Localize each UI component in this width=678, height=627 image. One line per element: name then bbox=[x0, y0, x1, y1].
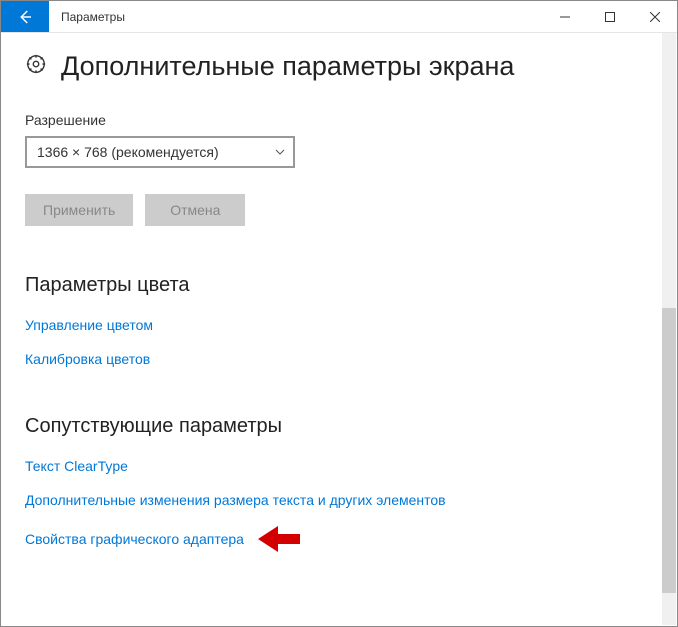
minimize-button[interactable] bbox=[542, 1, 587, 32]
apply-button[interactable]: Применить bbox=[25, 194, 133, 226]
resolution-dropdown[interactable]: 1366 × 768 (рекомендуется) bbox=[25, 136, 295, 168]
button-row: Применить Отмена bbox=[25, 194, 653, 226]
resolution-value: 1366 × 768 (рекомендуется) bbox=[37, 144, 219, 160]
maximize-button[interactable] bbox=[587, 1, 632, 32]
related-section-title: Сопутствующие параметры bbox=[25, 415, 653, 438]
content-area: Дополнительные параметры экрана Разрешен… bbox=[1, 33, 677, 626]
adapter-properties-link[interactable]: Свойства графического адаптера bbox=[25, 531, 244, 547]
titlebar: Параметры bbox=[1, 1, 677, 33]
page-header: Дополнительные параметры экрана bbox=[25, 51, 653, 82]
color-section-title: Параметры цвета bbox=[25, 274, 653, 297]
text-size-link[interactable]: Дополнительные изменения размера текста … bbox=[25, 492, 446, 508]
cancel-button[interactable]: Отмена bbox=[145, 194, 245, 226]
color-calibration-link[interactable]: Калибровка цветов bbox=[25, 351, 150, 367]
red-arrow-icon bbox=[258, 526, 300, 552]
window-title: Параметры bbox=[49, 1, 542, 32]
back-button[interactable] bbox=[1, 1, 49, 32]
gear-icon bbox=[25, 53, 47, 80]
color-management-link[interactable]: Управление цветом bbox=[25, 317, 153, 333]
page-title: Дополнительные параметры экрана bbox=[61, 51, 514, 82]
window-controls bbox=[542, 1, 677, 32]
chevron-down-icon bbox=[275, 146, 285, 158]
resolution-label: Разрешение bbox=[25, 112, 653, 128]
close-button[interactable] bbox=[632, 1, 677, 32]
cleartype-link[interactable]: Текст ClearType bbox=[25, 458, 128, 474]
